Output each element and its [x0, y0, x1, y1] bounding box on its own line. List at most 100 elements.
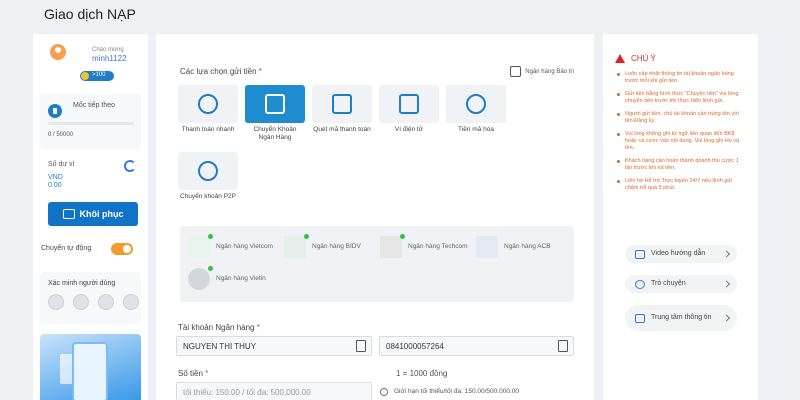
fast-pay-icon	[198, 94, 218, 114]
video-icon	[635, 249, 645, 259]
maintenance-icon	[510, 66, 522, 77]
restore-button[interactable]: Khôi phục	[48, 202, 138, 226]
avatar[interactable]	[50, 44, 66, 60]
video-guide-button[interactable]: Video hướng dẫn	[625, 245, 737, 263]
phone-verify-icon[interactable]	[73, 294, 89, 310]
acb-logo-icon	[476, 236, 498, 258]
milestone-icon	[48, 104, 62, 118]
method-label: Thanh toán nhanh	[181, 126, 235, 133]
bidv-logo-icon	[284, 234, 309, 258]
techcom-logo-icon	[380, 234, 405, 258]
balance-label: Số dư ví	[48, 161, 75, 168]
milestone-value: 0 / 50000	[48, 132, 74, 138]
refresh-icon[interactable]	[124, 160, 136, 172]
balance-amount: 0.00	[48, 182, 62, 189]
user-card: Chào mừng minh1122 >100	[40, 40, 141, 84]
account-name-value: NGUYEN THI THUY	[183, 342, 257, 351]
chevron-right-icon	[722, 250, 731, 258]
restore-button-label: Khôi phục	[79, 209, 124, 219]
account-sidebar: Chào mừng minh1122 >100 Mốc tiếp theo 0 …	[33, 34, 148, 400]
method-label: Chuyển Khoản Ngân Hàng	[253, 126, 297, 141]
method-fast-pay[interactable]: Thanh toán nhanh	[178, 85, 238, 134]
bank-account-label: Tài khoản Ngân hàng *	[178, 323, 260, 332]
info-center-button[interactable]: Trung tâm thông tin	[625, 305, 737, 331]
auto-transfer-row: Chuyển tự động	[41, 242, 141, 256]
bank-option-vietin[interactable]: Ngân hàng Vietin	[188, 266, 266, 292]
wallet-icon	[62, 209, 75, 219]
mobile-verify-icon[interactable]	[98, 294, 114, 310]
milestone-label: Mốc tiếp theo	[73, 102, 116, 109]
warning-icon	[615, 54, 625, 63]
notice-item: Vui lòng không ghi từ ngữ liên quan đến …	[617, 131, 745, 152]
bank-name: Ngân hàng Vietcom	[216, 243, 273, 250]
account-number-value: 0841000057264	[386, 342, 444, 351]
id-verify-icon[interactable]	[123, 294, 139, 310]
milestone-card: Mốc tiếp theo 0 / 50000	[40, 94, 141, 150]
maintenance-banks-link[interactable]: Ngân hàng Bảo trì	[510, 66, 574, 77]
bank-option-techcom[interactable]: Ngân hàng Techcom	[380, 234, 468, 260]
auto-transfer-toggle[interactable]	[111, 243, 133, 255]
chat-button[interactable]: Trò chuyện	[625, 275, 737, 293]
milestone-progress-bar	[48, 122, 134, 125]
info-center-label: Trung tâm thông tin	[651, 314, 712, 321]
chevron-right-icon	[722, 280, 731, 288]
notice-title: CHÚ Ý	[615, 54, 656, 63]
bank-option-vietcom[interactable]: Ngân hàng Vietcom	[188, 234, 273, 260]
method-ewallet[interactable]: Ví điện tử	[379, 85, 439, 134]
deposit-options-text: Các lựa chọn gửi tiền	[180, 67, 257, 76]
bank-name: Ngân hàng ACB	[504, 243, 551, 250]
account-number-field[interactable]: 0841000057264	[379, 336, 574, 356]
copy-icon[interactable]	[356, 340, 366, 352]
notice-item: Luôn cập nhật thông tin tài khoản ngân h…	[617, 71, 745, 85]
required-mark: *	[205, 369, 209, 378]
notice-item: Gửi tiền bằng hình thức "Chuyển tiền" vu…	[617, 91, 745, 105]
unit-hint: 1 = 1000 đồng	[396, 369, 448, 378]
wallet-balance-card: Số dư ví VND 0.00 Khôi phục	[40, 156, 141, 230]
bank-name: Ngân hàng Techcom	[408, 243, 468, 250]
level-badge: >100	[80, 71, 114, 81]
maintenance-label: Ngân hàng Bảo trì	[525, 68, 574, 75]
required-mark: *	[258, 67, 262, 76]
chat-label: Trò chuyện	[651, 280, 686, 287]
method-label: Quét mã thanh toán	[313, 126, 371, 133]
method-crypto[interactable]: Tiền mã hóa	[446, 85, 506, 134]
method-label: Chuyển khoản P2P	[179, 193, 236, 200]
amount-input[interactable]: tối thiểu: 150.00 / tối đa: 500,000.00	[176, 382, 372, 400]
notice-item: Khách hàng cần hoàn thành doanh thu cược…	[617, 158, 745, 172]
limit-hint: Giới hạn tối thiểu/tối đa: 150.00/500.00…	[394, 388, 519, 395]
required-mark: *	[256, 323, 260, 332]
bank-name: Ngân hàng BIDV	[312, 243, 361, 250]
greeting-text: Chào mừng	[92, 47, 124, 53]
bank-option-bidv[interactable]: Ngân hàng BIDV	[284, 234, 361, 260]
p2p-icon	[198, 161, 218, 181]
bank-list: Ngân hàng Vietcom Ngân hàng BIDV Ngân hà…	[180, 226, 574, 302]
notice-panel: CHÚ Ý Luôn cập nhật thông tin tài khoản …	[603, 34, 758, 400]
chevron-right-icon	[722, 314, 731, 322]
method-p2p[interactable]: Chuyển khoản P2P	[178, 152, 238, 201]
copy-icon[interactable]	[558, 340, 568, 352]
notice-item: Liên hệ Hỗ trợ Trực tuyến 24/7 nếu lệnh …	[617, 178, 745, 192]
deposit-options-label: Các lựa chọn gửi tiền *	[180, 67, 262, 76]
username: minh1122	[92, 54, 127, 63]
vietcom-logo-icon	[188, 234, 213, 258]
deposit-panel: Các lựa chọn gửi tiền * Ngân hàng Bảo tr…	[156, 34, 594, 400]
method-label: Ví điện tử	[394, 126, 424, 133]
info-center-icon	[635, 313, 645, 323]
account-name-field[interactable]: NGUYEN THI THUY	[176, 336, 372, 356]
bank-account-label-text: Tài khoản Ngân hàng	[178, 323, 255, 332]
auto-transfer-label: Chuyển tự động	[41, 245, 92, 252]
method-qr-scan[interactable]: Quét mã thanh toán	[312, 85, 372, 134]
bank-transfer-icon	[265, 94, 285, 114]
bank-name: Ngân hàng Vietin	[216, 275, 266, 282]
qr-scan-icon	[332, 94, 352, 114]
amount-label-text: Số tiền	[178, 369, 203, 378]
bank-option-acb[interactable]: Ngân hàng ACB	[476, 234, 551, 260]
promo-banner[interactable]	[40, 334, 141, 400]
coin-icon	[81, 72, 89, 80]
email-verify-icon[interactable]	[48, 294, 64, 310]
notice-item: Người gửi tiền, chủ tài khoản cần trùng …	[617, 111, 745, 125]
info-icon	[380, 388, 388, 396]
notice-title-text: CHÚ Ý	[631, 54, 656, 63]
method-bank-transfer[interactable]: Chuyển Khoản Ngân Hàng	[245, 85, 305, 142]
crypto-icon	[466, 94, 486, 114]
